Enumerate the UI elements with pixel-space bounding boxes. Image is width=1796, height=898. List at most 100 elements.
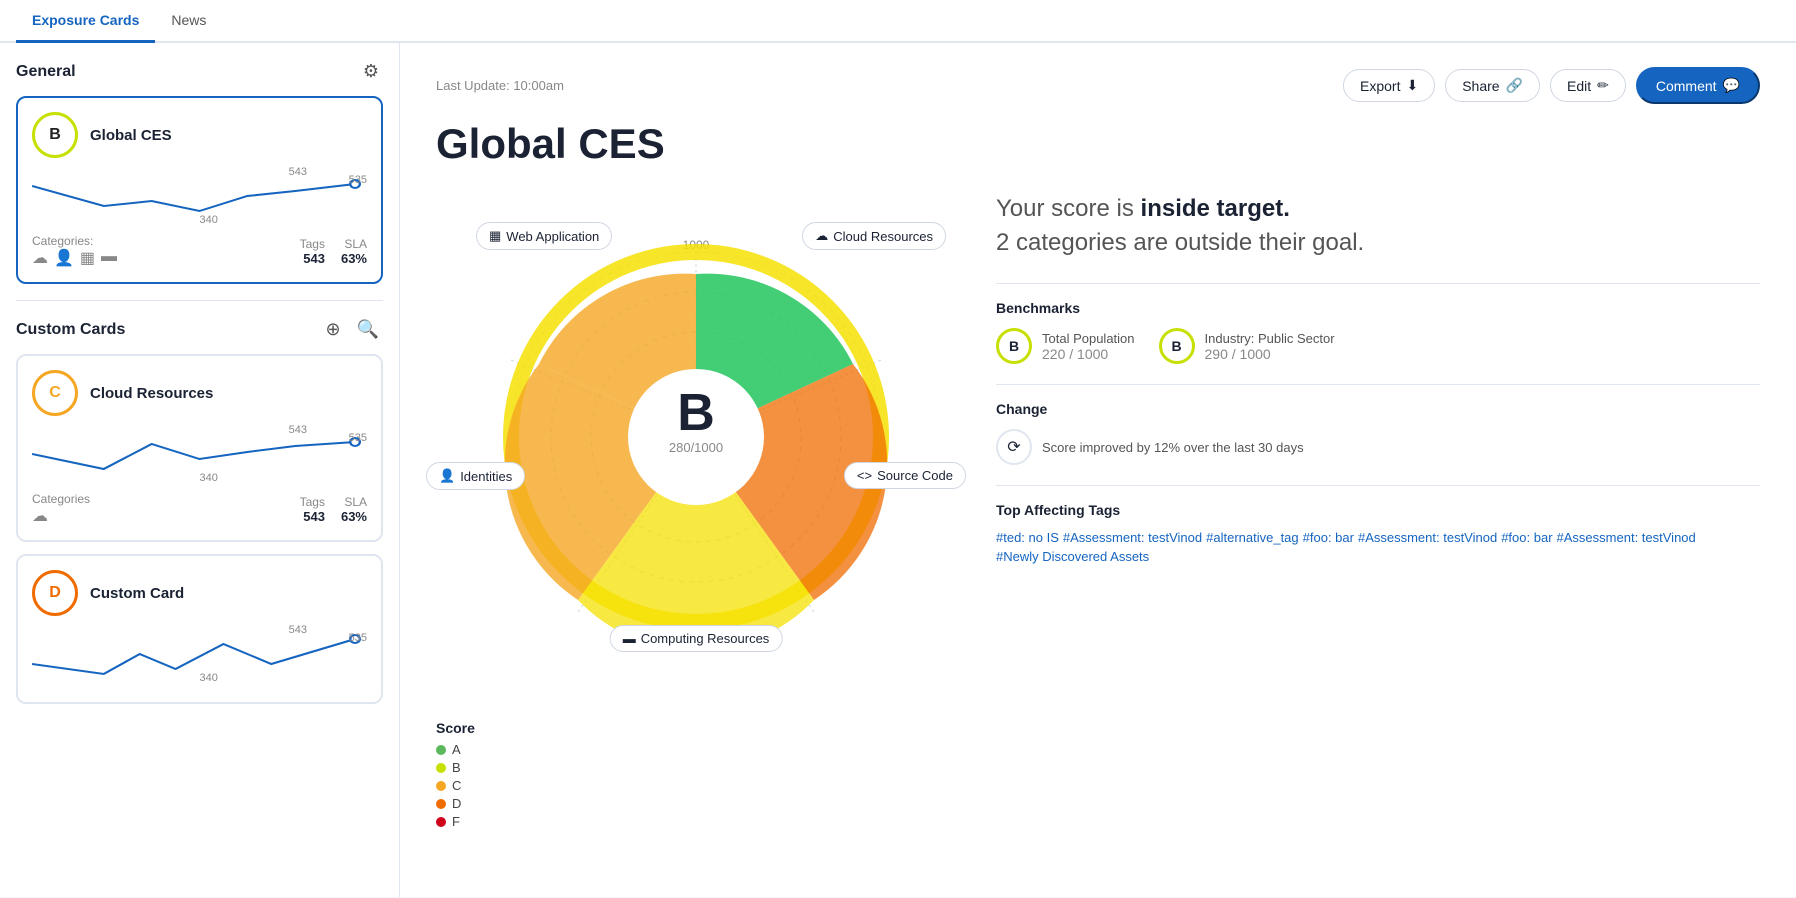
- custom-cards-title: Custom Cards: [16, 321, 125, 339]
- person-icon: 👤: [54, 248, 74, 268]
- score-legend: Score A B C: [436, 720, 475, 832]
- comment-button[interactable]: Comment 💬: [1636, 67, 1760, 104]
- benchmark-industry: B Industry: Public Sector 290 / 1000: [1159, 328, 1335, 364]
- sparkline-global: 543 340 535: [32, 166, 367, 226]
- cat-icons-cloud: ☁: [32, 506, 90, 526]
- tags-label: Tags: [300, 237, 325, 251]
- legend-label-c: C: [452, 778, 461, 793]
- share-label: Share: [1462, 78, 1499, 94]
- tag-2[interactable]: #alternative_tag: [1206, 530, 1299, 545]
- toolbar-actions: Export ⬇ Share 🔗 Edit ✏ Comment 💬: [1343, 67, 1760, 104]
- tag-4[interactable]: #Assessment: testVinod: [1358, 530, 1497, 545]
- benchmark-grade-total: B: [996, 328, 1032, 364]
- tags-row: #ted: no IS #Assessment: testVinod #alte…: [996, 530, 1760, 564]
- cat-label-cloud: Categories: [32, 492, 90, 506]
- edit-icon: ✏: [1597, 77, 1609, 94]
- comment-icon: 💬: [1723, 77, 1740, 94]
- top-tags-title: Top Affecting Tags: [996, 502, 1760, 518]
- tag-7[interactable]: #Newly Discovered Assets: [996, 549, 1149, 564]
- svg-text:280/1000: 280/1000: [669, 440, 723, 455]
- custom-cards-header: Custom Cards ⊕ 🔍: [16, 317, 383, 342]
- score-legend-title: Score: [436, 720, 475, 736]
- top-nav: Exposure Cards News: [0, 0, 1796, 43]
- web-app-text: Web Application: [506, 229, 599, 244]
- spark-low-cloud: 340: [200, 472, 218, 484]
- grade-circle-c: C: [32, 370, 78, 416]
- tags-value-cloud: 543: [300, 509, 325, 524]
- computing-resources-label[interactable]: ▬ Computing Resources: [610, 625, 783, 652]
- legend-dot-d: [436, 799, 446, 809]
- card-footer-global: Categories: ☁ 👤 ▦ ▬ Tags 543 SLA: [32, 234, 367, 268]
- edit-button[interactable]: Edit ✏: [1550, 69, 1626, 102]
- export-label: Export: [1360, 78, 1400, 94]
- benchmark-info-industry: Industry: Public Sector 290 / 1000: [1205, 331, 1335, 362]
- source-code-text: Source Code: [877, 468, 953, 483]
- spark-low: 340: [200, 214, 218, 226]
- legend-dot-b: [436, 763, 446, 773]
- svg-text:B: B: [677, 384, 715, 442]
- cloud-resources-card[interactable]: C Cloud Resources 543 340 535 Categories…: [16, 354, 383, 542]
- change-text: Score improved by 12% over the last 30 d…: [1042, 440, 1304, 455]
- benchmarks-row: B Total Population 220 / 1000: [996, 328, 1760, 364]
- grade-circle-b: B: [32, 112, 78, 158]
- settings-button[interactable]: ⚙: [359, 59, 383, 84]
- share-icon: 🔗: [1506, 77, 1523, 94]
- benchmark-label-total: Total Population: [1042, 331, 1135, 346]
- web-application-label[interactable]: ▦ Web Application: [476, 222, 612, 250]
- chart-col: 1000 0: [436, 192, 956, 832]
- spark-high: 543: [289, 166, 307, 178]
- tag-0[interactable]: #ted: no IS: [996, 530, 1059, 545]
- tag-3[interactable]: #foo: bar: [1303, 530, 1354, 545]
- legend-label-b: B: [452, 760, 461, 775]
- change-trend-icon: ⟳: [996, 429, 1032, 465]
- main-toolbar: Last Update: 10:00am Export ⬇ Share 🔗 Ed…: [436, 67, 1760, 104]
- tags-item-cloud: Tags 543: [300, 495, 325, 524]
- benchmark-total: B Total Population 220 / 1000: [996, 328, 1135, 364]
- sparkline-custom: 543 340 535: [32, 624, 367, 684]
- sla-item-cloud: SLA 63%: [341, 495, 367, 524]
- tag-5[interactable]: #foo: bar: [1501, 530, 1552, 545]
- legend-f: F: [436, 814, 475, 829]
- source-code-label[interactable]: <> Source Code: [844, 462, 966, 489]
- tags-sla: Tags 543 SLA 63%: [300, 237, 367, 266]
- legend-b: B: [436, 760, 475, 775]
- grade-circle-d: D: [32, 570, 78, 616]
- cloud-card-header: C Cloud Resources: [32, 370, 367, 416]
- computing-text: Computing Resources: [641, 631, 770, 646]
- add-custom-card-button[interactable]: ⊕: [321, 317, 344, 342]
- spark-low-custom: 340: [200, 672, 218, 684]
- download-icon: ⬇: [1406, 77, 1418, 94]
- global-ces-card[interactable]: B Global CES 543 340 535 Categories: ☁ 👤: [16, 96, 383, 284]
- score-inside-strong: inside target.: [1141, 195, 1290, 222]
- tab-news[interactable]: News: [155, 0, 222, 43]
- search-custom-card-button[interactable]: 🔍: [353, 317, 383, 342]
- sla-value-cloud: 63%: [341, 509, 367, 524]
- cloud-resources-label[interactable]: ☁ Cloud Resources: [802, 222, 946, 250]
- layout: General ⚙ B Global CES 543 340 535 Categ…: [0, 43, 1796, 897]
- code-icon: <>: [857, 468, 872, 483]
- benchmark-score-industry: 290 / 1000: [1205, 346, 1335, 362]
- export-button[interactable]: Export ⬇: [1343, 69, 1435, 102]
- spark-end-cloud: 535: [349, 432, 367, 444]
- legend-c: C: [436, 778, 475, 793]
- tag-1[interactable]: #Assessment: testVinod: [1063, 530, 1202, 545]
- custom-card-card[interactable]: D Custom Card 543 340 535: [16, 554, 383, 704]
- benchmark-grade-industry: B: [1159, 328, 1195, 364]
- sla-value: 63%: [341, 251, 367, 266]
- tab-exposure-cards[interactable]: Exposure Cards: [16, 0, 155, 43]
- legend-dot-f: [436, 817, 446, 827]
- score-summary: Your score is inside target. 2 categorie…: [996, 192, 1760, 259]
- cloud-resources-title: Cloud Resources: [90, 385, 213, 402]
- share-button[interactable]: Share 🔗: [1445, 69, 1540, 102]
- benchmarks-section: Benchmarks B Total Population 220 / 1000: [996, 283, 1760, 364]
- cat-icons: ☁ 👤 ▦ ▬: [32, 248, 117, 268]
- tags-label-cloud: Tags: [300, 495, 325, 509]
- identities-label[interactable]: 👤 Identities: [426, 462, 525, 490]
- tag-6[interactable]: #Assessment: testVinod: [1557, 530, 1696, 545]
- change-section: Change ⟳ Score improved by 12% over the …: [996, 384, 1760, 465]
- benchmarks-title: Benchmarks: [996, 300, 1760, 316]
- person-cat-icon: 👤: [439, 468, 455, 484]
- score-categories-text: 2 categories are outside their goal.: [996, 229, 1364, 256]
- benchmark-score-total: 220 / 1000: [1042, 346, 1135, 362]
- sla-item: SLA 63%: [341, 237, 367, 266]
